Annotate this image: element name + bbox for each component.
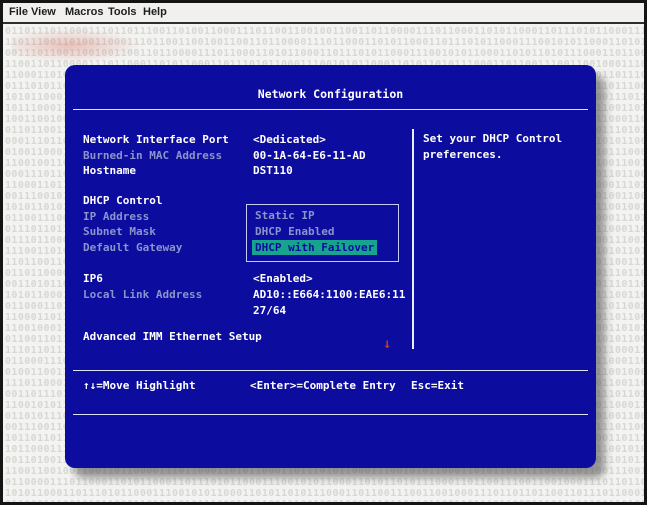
menu-view[interactable]: View xyxy=(31,6,56,18)
menu-macros[interactable]: Macros xyxy=(65,6,104,18)
title-divider xyxy=(73,109,588,110)
field-mac-address-label: Burned-in MAC Address xyxy=(83,149,222,162)
local-link-address-value-line1: AD10::E664:1100:EAE6:11 xyxy=(253,288,405,301)
field-hostname-value[interactable]: DST110 xyxy=(253,164,293,177)
menu-bar: File View Macros Tools Help xyxy=(3,3,644,24)
help-panel-text: Set your DHCP Control preferences. xyxy=(423,131,588,162)
footer-divider-top xyxy=(73,370,588,371)
key-hint-move-highlight: ↑↓=Move Highlight xyxy=(83,379,196,392)
ip6-value[interactable]: <Enabled> xyxy=(253,272,313,285)
viewer-window: File View Macros Tools Help 011011101100… xyxy=(0,0,647,505)
option-static-ip[interactable]: Static IP xyxy=(247,208,394,224)
local-link-address-value-line2: 27/64 xyxy=(253,304,286,317)
key-hint-esc-exit: Esc=Exit xyxy=(411,379,464,392)
help-panel-divider xyxy=(412,129,414,349)
field-hostname-label[interactable]: Hostname xyxy=(83,164,136,177)
local-link-address-label: Local Link Address xyxy=(83,288,202,301)
menu-tools[interactable]: Tools xyxy=(108,6,137,18)
page-title: Network Configuration xyxy=(65,87,596,101)
field-network-interface-port-label[interactable]: Network Interface Port xyxy=(83,133,229,146)
footer-divider-bottom xyxy=(73,414,588,415)
dhcp-options-listbox: Static IP DHCP Enabled DHCP with Failove… xyxy=(246,204,399,262)
field-mac-address-value: 00-1A-64-E6-11-AD xyxy=(253,149,366,162)
dhcp-ip-address-label: IP Address xyxy=(83,210,149,223)
option-dhcp-enabled[interactable]: DHCP Enabled xyxy=(247,224,394,240)
dhcp-subnet-mask-label: Subnet Mask xyxy=(83,225,156,238)
key-hint-complete-entry: <Enter>=Complete Entry xyxy=(250,379,396,392)
dhcp-default-gateway-label: Default Gateway xyxy=(83,241,182,254)
advanced-imm-ethernet-setup-link[interactable]: Advanced IMM Ethernet Setup xyxy=(83,330,262,343)
network-configuration-screen: Network Configuration Network Interface … xyxy=(65,65,596,468)
dhcp-control-header[interactable]: DHCP Control xyxy=(83,194,162,207)
option-dhcp-with-failover[interactable]: DHCP with Failover xyxy=(252,240,377,255)
menu-file[interactable]: File xyxy=(9,6,28,18)
ip6-label[interactable]: IP6 xyxy=(83,272,103,285)
scroll-down-arrow-icon: ↓ xyxy=(383,337,391,351)
field-network-interface-port-value[interactable]: <Dedicated> xyxy=(253,133,326,146)
menu-help[interactable]: Help xyxy=(143,6,167,18)
